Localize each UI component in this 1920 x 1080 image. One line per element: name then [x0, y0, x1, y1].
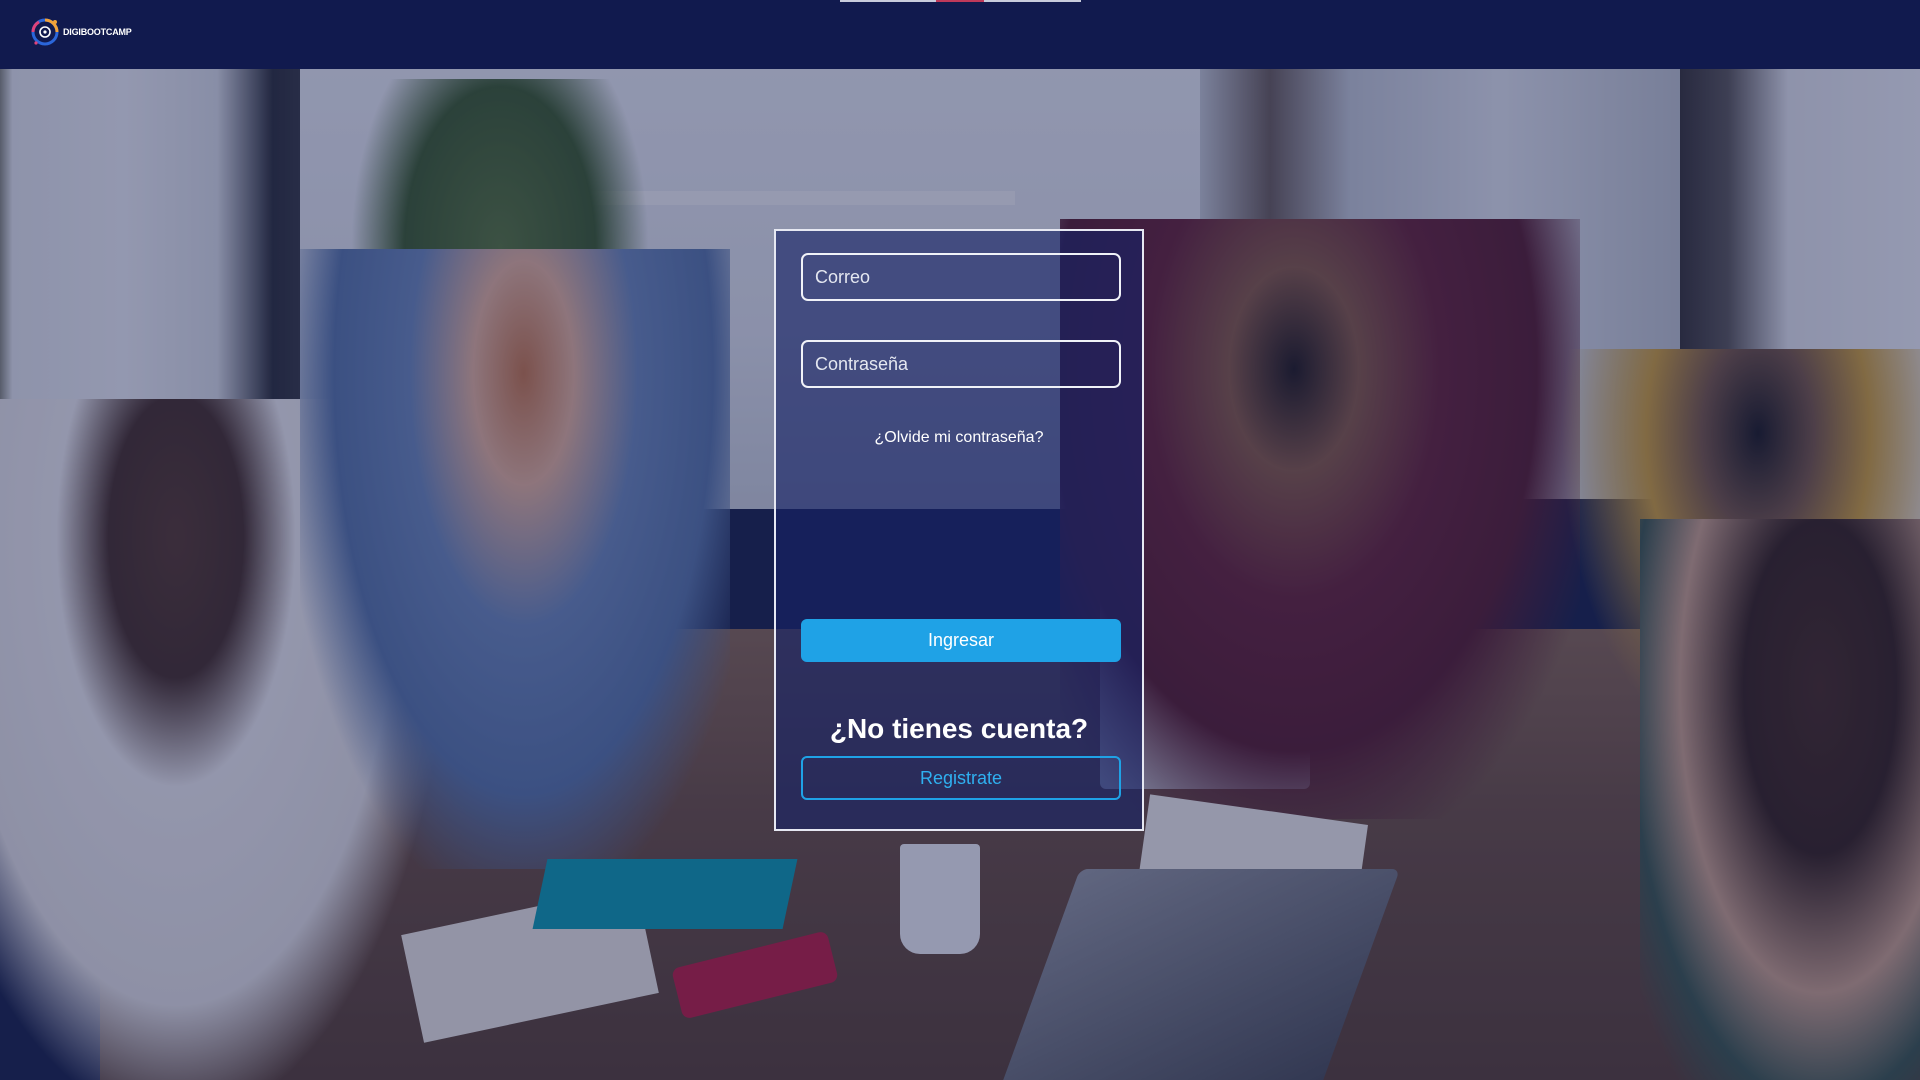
- no-account-heading: ¿No tienes cuenta?: [829, 713, 1089, 744]
- top-indicator-strip: [984, 0, 1081, 2]
- brand-logo[interactable]: DIGIBOOTCAMP: [30, 17, 132, 47]
- login-button[interactable]: Ingresar: [801, 619, 1121, 662]
- password-field[interactable]: [801, 340, 1121, 388]
- brand-name: DIGIBOOTCAMP: [63, 27, 132, 37]
- top-indicator-strip: [840, 0, 936, 2]
- top-navbar: DIGIBOOTCAMP: [0, 0, 1920, 69]
- email-field[interactable]: [801, 253, 1121, 301]
- forgot-password-link[interactable]: ¿Olvide mi contraseña?: [776, 429, 1142, 447]
- login-panel: ¿Olvide mi contraseña? Ingresar ¿No tien…: [774, 229, 1144, 831]
- digibootcamp-logo-icon: [30, 17, 60, 47]
- register-button[interactable]: Registrate: [801, 756, 1121, 800]
- top-indicator-strip-accent: [936, 0, 984, 2]
